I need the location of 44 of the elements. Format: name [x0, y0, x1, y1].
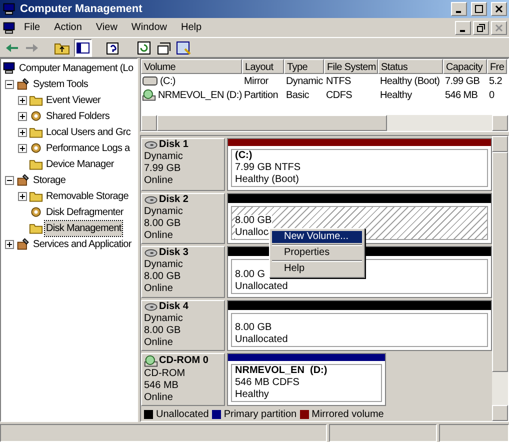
table-cell-text: 7.99 GB — [445, 74, 480, 88]
table-cell-text: Mirror — [244, 74, 268, 88]
legend-label: Mirrored volume — [312, 408, 384, 422]
disk-name: Disk 4 — [159, 300, 188, 313]
disk-name: Disk 3 — [159, 247, 188, 260]
legend-label: Unallocated — [156, 408, 209, 422]
disk-info: 8.00 GB — [144, 218, 182, 230]
disk-info: 546 MB — [144, 380, 180, 392]
partition-info: 8.00 GB — [235, 215, 272, 228]
table-cell-text: Partition — [244, 88, 278, 102]
disk-info: Online — [144, 392, 174, 404]
disk-info: CD-ROM — [144, 368, 186, 380]
disk-info: 8.00 GB — [144, 324, 182, 337]
disk-info: 8.00 GB — [144, 271, 182, 284]
partition-title: NRMEVOL_EN (D:) — [235, 364, 328, 377]
table-cell-text: NRMEVOL_EN (D:) — [158, 88, 242, 102]
table-cell-text: Healthy — [380, 88, 412, 102]
table-cell-text: Healthy (Boot) — [380, 74, 440, 88]
table-cell-text: (C:) — [160, 74, 176, 88]
partition-info: Unalloc — [235, 227, 268, 240]
table-cell-text: Dynamic — [286, 74, 323, 88]
disk-info: Online — [144, 283, 174, 296]
disk-info: Online — [144, 175, 174, 187]
partition-title: (C:) — [235, 150, 254, 162]
table-cell-text: Basic — [286, 88, 309, 102]
disk-info: Online — [144, 336, 174, 349]
table-cell-text: CDFS — [326, 88, 352, 102]
disk-info: 7.99 GB — [144, 163, 182, 175]
table-cell-text: 5.2 — [489, 74, 502, 88]
disk-info: Dynamic — [144, 206, 184, 218]
table-cell-text: NTFS — [326, 74, 351, 88]
disk-name: Disk 2 — [159, 194, 188, 206]
disk-name: CD-ROM 0 — [159, 354, 208, 367]
disk-info: Dynamic — [144, 151, 184, 163]
disk-name: Disk 1 — [159, 139, 188, 151]
partition-info: Healthy (Boot) — [235, 174, 299, 186]
legend-label: Primary partition — [224, 408, 297, 422]
window-title: Computer Management — [20, 2, 144, 17]
table-cell-text: 0 — [489, 88, 494, 102]
disk-info: Online — [144, 230, 174, 242]
disk-info: Dynamic — [144, 259, 184, 272]
table-cell-text: 546 MB — [445, 88, 478, 102]
partition-info: Healthy — [235, 388, 269, 401]
disk-info: Dynamic — [144, 312, 184, 325]
